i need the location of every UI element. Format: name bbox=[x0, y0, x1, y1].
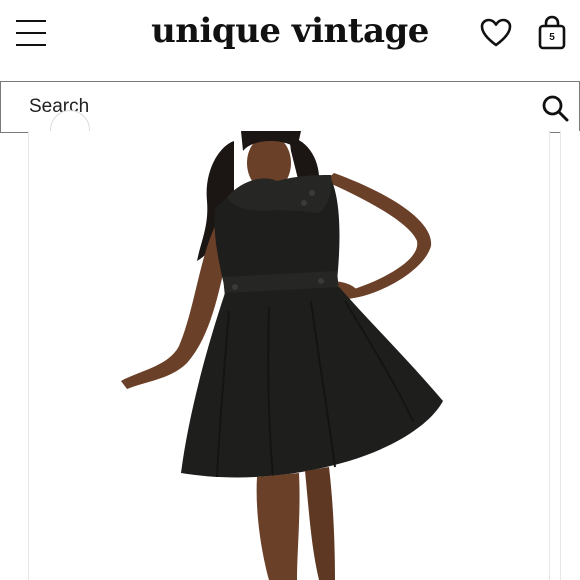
search-icon[interactable] bbox=[541, 94, 569, 122]
product-photo-illustration bbox=[29, 131, 549, 580]
heart-icon[interactable] bbox=[479, 16, 513, 50]
site-logo[interactable]: unique vintage bbox=[120, 6, 460, 56]
search-input[interactable] bbox=[29, 82, 509, 132]
next-image-peek[interactable] bbox=[560, 131, 580, 580]
shopping-bag-icon[interactable]: 5 bbox=[535, 14, 569, 52]
site-header: unique vintage 5 bbox=[0, 0, 580, 80]
hamburger-menu-icon[interactable] bbox=[16, 20, 46, 46]
product-image[interactable] bbox=[28, 131, 550, 580]
bag-count-badge: 5 bbox=[549, 32, 555, 43]
